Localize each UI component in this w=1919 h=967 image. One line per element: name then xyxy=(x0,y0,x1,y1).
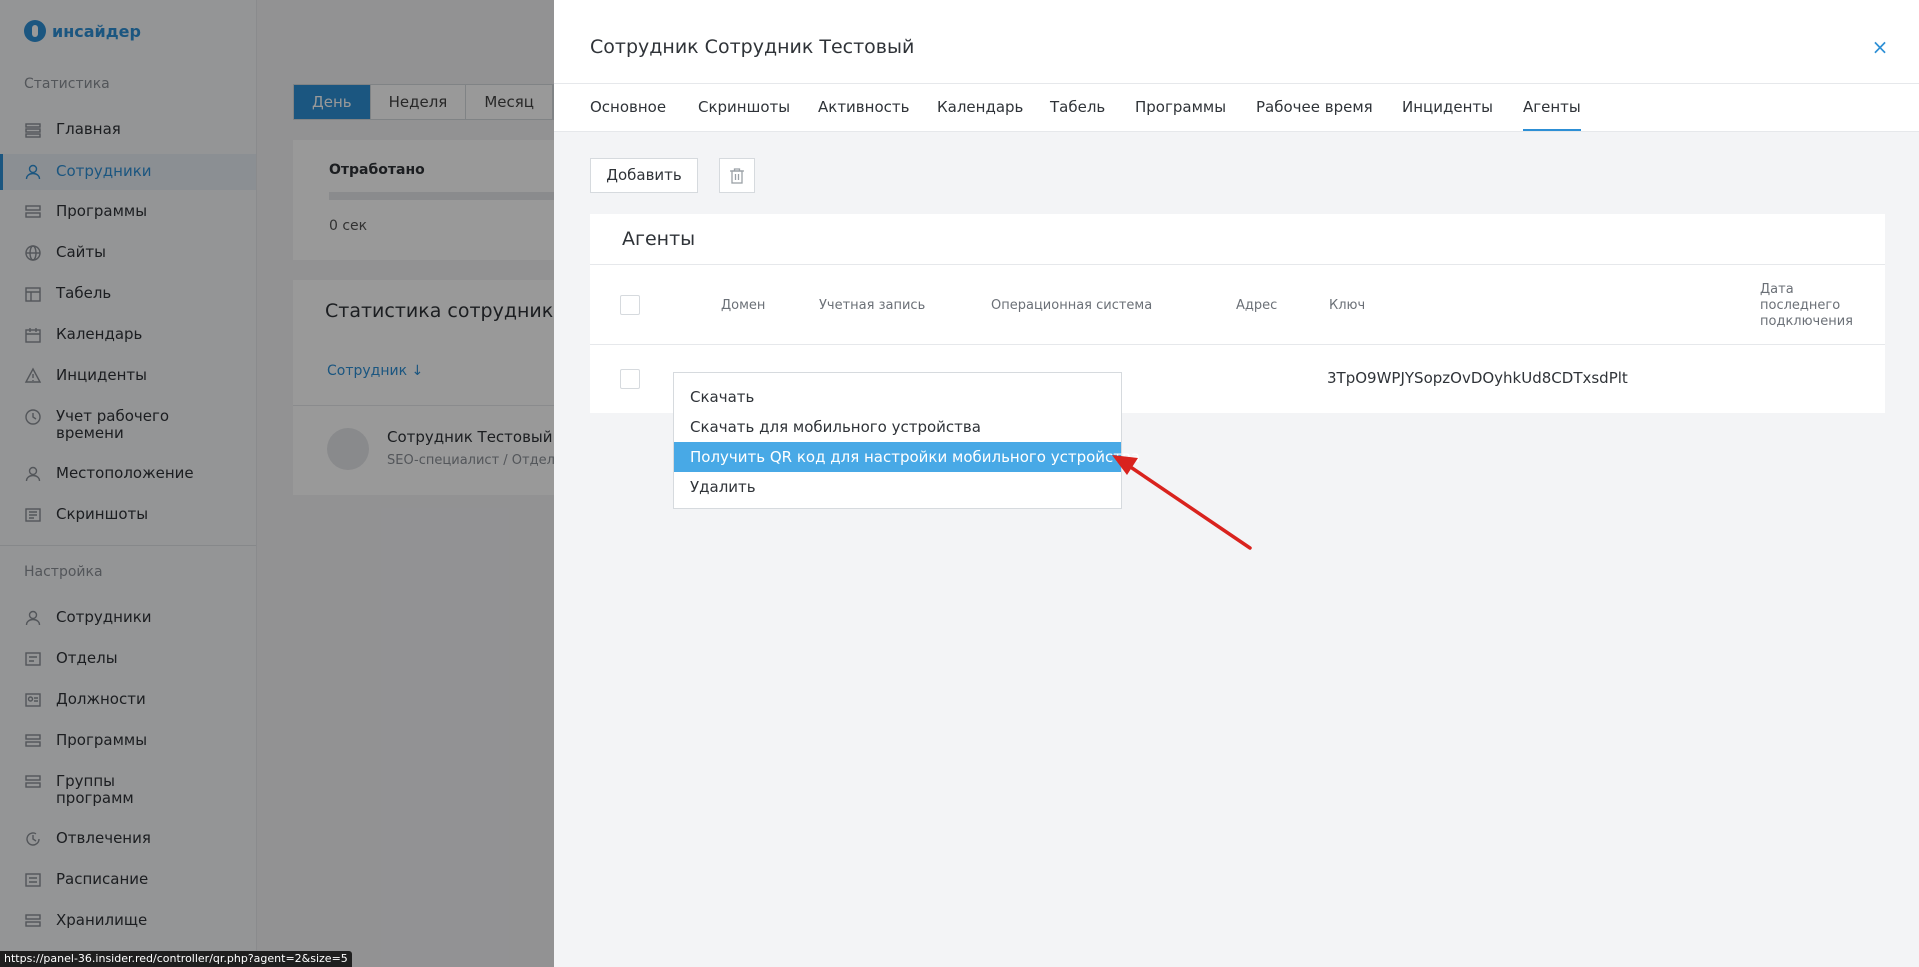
employee-modal: Сотрудник Сотрудник Тестовый × Основное … xyxy=(554,0,1919,967)
modal-title: Сотрудник Сотрудник Тестовый xyxy=(590,36,915,58)
tab-programs[interactable]: Программы xyxy=(1135,98,1226,116)
tab-incidents[interactable]: Инциденты xyxy=(1402,98,1493,116)
add-button[interactable]: Добавить xyxy=(590,158,698,193)
tab-activity[interactable]: Активность xyxy=(818,98,909,116)
agent-key: 3TpO9WPJYSopzOvDOyhkUd8CDTxsdPlt xyxy=(1327,369,1628,387)
close-icon[interactable]: × xyxy=(1871,37,1889,57)
tab-calendar[interactable]: Календарь xyxy=(937,98,1023,116)
tab-screenshots[interactable]: Скриншоты xyxy=(698,98,790,116)
agents-card-title: Агенты xyxy=(622,228,696,250)
divider xyxy=(590,264,1885,265)
status-bar-url: https://panel-36.insider.red/controller/… xyxy=(0,951,352,967)
column-os[interactable]: Операционная система xyxy=(991,298,1152,314)
trash-icon xyxy=(730,167,744,184)
menu-item-download-mobile[interactable]: Скачать для мобильного устройства xyxy=(674,412,1121,442)
row-checkbox[interactable] xyxy=(620,369,640,389)
menu-item-delete[interactable]: Удалить xyxy=(674,472,1121,502)
modal-header: Сотрудник Сотрудник Тестовый × xyxy=(554,0,1919,84)
tab-main[interactable]: Основное xyxy=(590,98,666,116)
column-last-connection[interactable]: Дата последнего подключения xyxy=(1760,282,1872,330)
tab-worktime[interactable]: Рабочее время xyxy=(1256,98,1373,116)
agent-context-menu: Скачать Скачать для мобильного устройств… xyxy=(673,372,1140,509)
modal-tabs: Основное Скриншоты Активность Календарь … xyxy=(554,84,1919,132)
divider xyxy=(590,344,1885,345)
column-key[interactable]: Ключ xyxy=(1329,298,1365,314)
select-all-checkbox[interactable] xyxy=(620,295,640,315)
delete-button[interactable] xyxy=(719,158,755,193)
column-account[interactable]: Учетная запись xyxy=(819,298,925,314)
menu-item-get-qr-code[interactable]: Получить QR код для настройки мобильного… xyxy=(674,442,1140,472)
menu-item-download[interactable]: Скачать xyxy=(674,382,1121,412)
column-address[interactable]: Адрес xyxy=(1236,298,1277,314)
tab-timesheet[interactable]: Табель xyxy=(1050,98,1105,116)
tab-agents[interactable]: Агенты xyxy=(1523,98,1581,131)
column-domain[interactable]: Домен xyxy=(721,298,765,314)
